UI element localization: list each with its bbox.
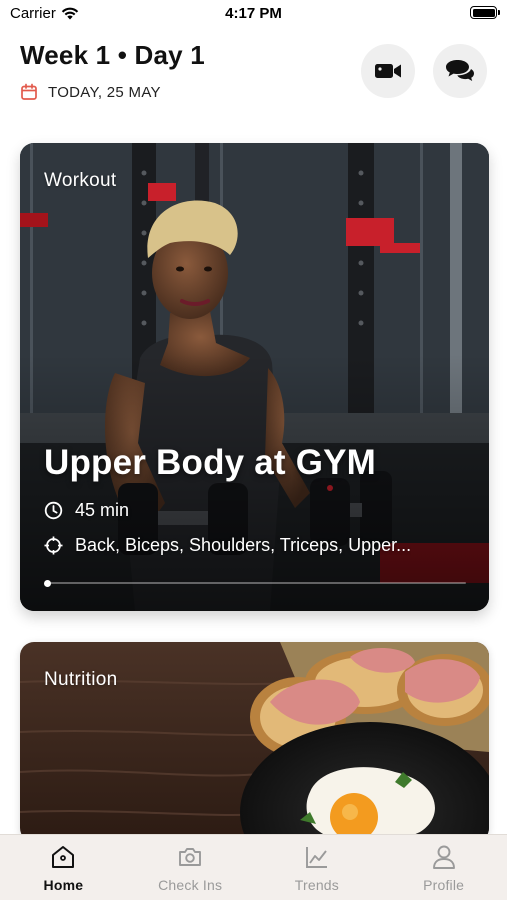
tab-check-ins-label: Check Ins xyxy=(158,877,223,893)
workout-progress-bar xyxy=(44,579,466,587)
workout-card-label: Workout xyxy=(44,170,117,191)
workout-duration-row: 45 min xyxy=(44,500,129,521)
workout-card[interactable]: Workout Upper Body at GYM 45 min Back, B… xyxy=(20,143,489,611)
tab-home[interactable]: Home xyxy=(0,835,127,900)
workout-progress-dot xyxy=(44,579,51,587)
tab-profile-label: Profile xyxy=(423,877,465,893)
header-actions xyxy=(361,44,487,98)
calendar-icon xyxy=(21,83,37,100)
status-time: 4:17 PM xyxy=(225,5,282,22)
tab-trends-label: Trends xyxy=(294,877,339,893)
video-call-button[interactable] xyxy=(361,44,415,98)
nutrition-card-label: Nutrition xyxy=(44,669,118,690)
person-icon xyxy=(432,845,455,869)
clock-icon xyxy=(44,501,63,520)
battery-icon xyxy=(470,6,500,19)
tab-check-ins[interactable]: Check Ins xyxy=(127,835,254,900)
home-icon xyxy=(52,846,75,868)
date-label: TODAY, 25 MAY xyxy=(48,83,161,101)
chat-bubbles-icon xyxy=(446,60,474,81)
nutrition-card[interactable]: Nutrition xyxy=(20,642,489,842)
tab-profile[interactable]: Profile xyxy=(380,835,507,900)
video-camera-icon xyxy=(375,64,401,78)
workout-targets: Back, Biceps, Shoulders, Triceps, Upper.… xyxy=(75,535,412,555)
camera-icon xyxy=(179,848,202,866)
header: Week 1 • Day 1 TODAY, 25 MAY xyxy=(20,40,487,110)
status-bar: Carrier 4:17 PM xyxy=(0,0,507,30)
workout-target-row: Back, Biceps, Shoulders, Triceps, Upper.… xyxy=(44,535,464,556)
tab-trends[interactable]: Trends xyxy=(254,835,381,900)
workout-duration: 45 min xyxy=(75,500,130,520)
tab-home-label: Home xyxy=(43,877,84,893)
crosshair-icon xyxy=(44,536,63,555)
trend-chart-icon xyxy=(305,847,327,868)
workout-title: Upper Body at GYM xyxy=(44,443,377,482)
tab-bar: Home Check Ins Trends Profile xyxy=(0,834,507,900)
chat-button[interactable] xyxy=(433,44,487,98)
